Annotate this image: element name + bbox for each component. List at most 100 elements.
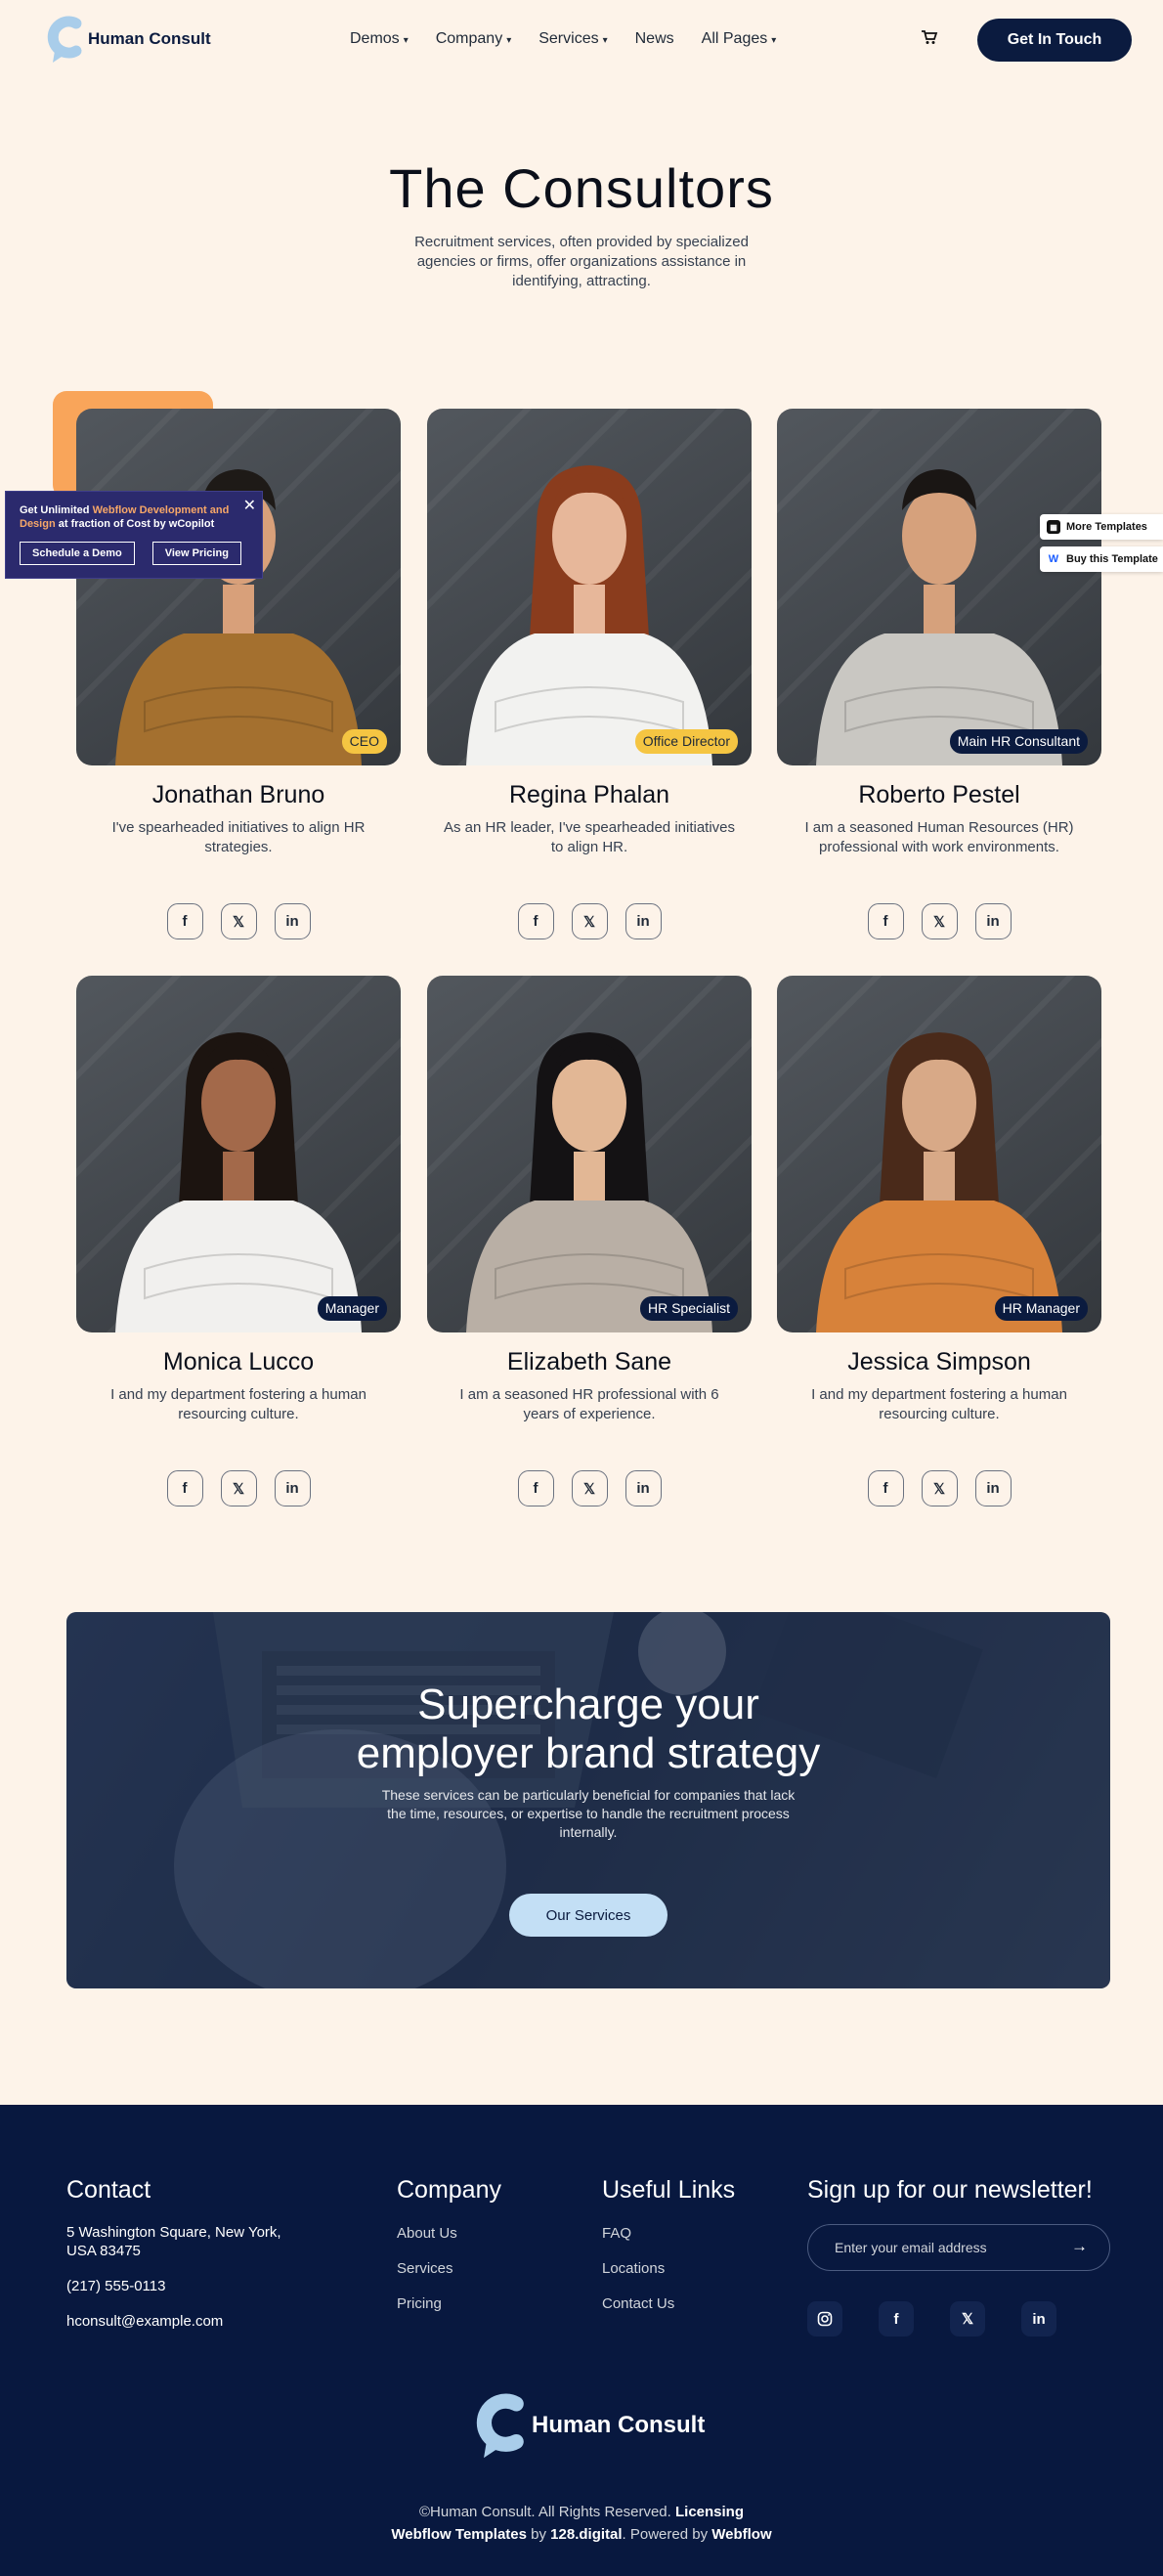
contact-email[interactable]: hconsult@example.com (66, 2312, 223, 2331)
menu-label: Company (435, 30, 503, 47)
linkedin-icon[interactable]: in (274, 903, 311, 939)
x-twitter-icon[interactable]: 𝕏 (220, 903, 257, 939)
footer-link-about[interactable]: About Us (397, 2225, 457, 2242)
x-twitter-icon[interactable]: 𝕏 (921, 1470, 958, 1506)
facebook-icon[interactable]: f (517, 1470, 554, 1506)
x-twitter-icon[interactable]: 𝕏 (950, 2301, 985, 2336)
more-templates-label: More Templates (1066, 521, 1147, 533)
by-text: by (526, 2526, 551, 2543)
cta-banner: Supercharge your employer brand strategy… (66, 1612, 1110, 1988)
menu-item-all-pages[interactable]: All Pages ▾ (702, 30, 777, 48)
more-templates-tab[interactable]: ▦ More Templates (1040, 514, 1163, 540)
get-in-touch-button[interactable]: Get In Touch (977, 19, 1132, 62)
chevron-down-icon: ▾ (506, 34, 512, 46)
brand-logo[interactable]: Human Consult (45, 14, 211, 65)
linkedin-icon[interactable]: in (274, 1470, 311, 1506)
member-socials: f 𝕏 in (777, 1470, 1101, 1506)
footer-brand-logo[interactable]: Human Consult (473, 2390, 705, 2461)
instagram-icon[interactable] (807, 2301, 842, 2336)
team-photo: Main HR Consultant (777, 409, 1101, 765)
contact-heading: Contact (66, 2176, 151, 2204)
member-bio: I am a seasoned HR professional with 6 y… (459, 1386, 719, 1422)
linkedin-icon[interactable]: in (625, 903, 662, 939)
promo-popup: ✕ Get Unlimited Webflow Development and … (5, 491, 263, 579)
menu-item-demos[interactable]: Demos ▾ (350, 30, 409, 48)
member-name: Regina Phalan (508, 781, 669, 808)
chevron-down-icon: ▾ (771, 34, 777, 46)
main-menu: Demos ▾ Company ▾ Services ▾ News All Pages… (350, 30, 776, 48)
arrow-right-icon[interactable]: → (1071, 2237, 1088, 2256)
banner-title: Supercharge your employer brand strategy (66, 1681, 1110, 1778)
chevron-down-icon: ▾ (403, 34, 409, 46)
menu-label: Demos (350, 30, 400, 47)
member-socials: f 𝕏 in (76, 1470, 401, 1506)
brand-name: Human Consult (88, 29, 211, 48)
team-photo: HR Manager (777, 976, 1101, 1332)
facebook-icon[interactable]: f (166, 903, 203, 939)
linkedin-icon[interactable]: in (625, 1470, 662, 1506)
facebook-icon[interactable]: f (517, 903, 554, 939)
role-badge: HR Manager (994, 1296, 1088, 1321)
menu-item-company[interactable]: Company ▾ (436, 30, 512, 48)
webflow-templates-link[interactable]: Webflow Templates (391, 2526, 527, 2543)
menu-item-news[interactable]: News (635, 30, 674, 48)
templates-icon: ▦ (1047, 520, 1060, 534)
member-bio: I and my department fostering a human re… (811, 1386, 1067, 1422)
member-name: Roberto Pestel (858, 781, 1020, 808)
contact-phone[interactable]: (217) 555-0113 (66, 2277, 165, 2295)
x-twitter-icon[interactable]: 𝕏 (571, 903, 608, 939)
member-socials: f 𝕏 in (777, 903, 1101, 939)
chevron-down-icon: ▾ (602, 34, 608, 46)
schedule-demo-button[interactable]: Schedule a Demo (20, 542, 135, 565)
copyright-text: ©Human Consult. All Rights Reserved. (418, 2504, 675, 2520)
member-name: Elizabeth Sane (506, 1348, 672, 1375)
our-services-button[interactable]: Our Services (509, 1894, 668, 1937)
newsletter-email-input[interactable] (807, 2224, 1110, 2271)
close-icon[interactable]: ✕ (243, 496, 256, 515)
licensing-link[interactable]: Licensing (675, 2504, 744, 2520)
x-twitter-icon[interactable]: 𝕏 (571, 1470, 608, 1506)
page-title: The Consultors (389, 157, 774, 219)
person-portrait (115, 1032, 362, 1332)
useful-links-heading: Useful Links (602, 2176, 736, 2204)
logo-mark-icon (45, 14, 86, 65)
member-bio: I've spearheaded initiatives to align HR… (111, 819, 366, 855)
facebook-icon[interactable]: f (867, 903, 904, 939)
team-card-jonathan-bruno: CEO Jonathan Bruno I've spearheaded init… (76, 409, 401, 939)
agency-link[interactable]: 128.digital (550, 2526, 622, 2543)
cart-icon[interactable] (921, 29, 938, 50)
view-pricing-button[interactable]: View Pricing (151, 542, 241, 565)
footer-link-services[interactable]: Services (397, 2260, 453, 2277)
promo-text-post: at fraction of Cost by wCopilot (55, 518, 215, 530)
footer-link-contact[interactable]: Contact Us (602, 2295, 674, 2312)
footer-brand-name: Human Consult (532, 2412, 706, 2438)
team-photo: Manager (76, 976, 401, 1332)
buy-template-tab[interactable]: W Buy this Template (1040, 546, 1163, 572)
team-card-roberto-pestel: Main HR Consultant Roberto Pestel I am a… (777, 409, 1101, 939)
facebook-icon[interactable]: f (867, 1470, 904, 1506)
x-twitter-icon[interactable]: 𝕏 (921, 903, 958, 939)
facebook-icon[interactable]: f (879, 2301, 914, 2336)
member-bio: I am a seasoned Human Resources (HR) pro… (804, 819, 1074, 855)
contact-address: 5 Washington Square, New York, USA 83475 (66, 2224, 281, 2259)
x-twitter-icon[interactable]: 𝕏 (220, 1470, 257, 1506)
banner-title-line1: Supercharge your (417, 1681, 759, 1728)
person-portrait (466, 465, 712, 765)
person-portrait (816, 469, 1062, 765)
team-card-regina-phalan: Office Director Regina Phalan As an HR l… (427, 409, 752, 939)
linkedin-icon[interactable]: in (974, 903, 1012, 939)
member-socials: f 𝕏 in (76, 903, 401, 939)
facebook-icon[interactable]: f (166, 1470, 203, 1506)
linkedin-icon[interactable]: in (974, 1470, 1012, 1506)
footer-link-pricing[interactable]: Pricing (397, 2295, 442, 2312)
footer-link-locations[interactable]: Locations (602, 2260, 665, 2277)
banner-subtitle: These services can be particularly benef… (381, 1787, 796, 1840)
menu-item-services[interactable]: Services ▾ (538, 30, 607, 48)
role-badge: CEO (341, 729, 387, 754)
webflow-link[interactable]: Webflow (711, 2526, 771, 2543)
person-portrait (115, 469, 362, 765)
banner-title-line2: employer brand strategy (356, 1729, 821, 1777)
role-badge: Main HR Consultant (949, 729, 1088, 754)
linkedin-icon[interactable]: in (1021, 2301, 1056, 2336)
footer-link-faq[interactable]: FAQ (602, 2225, 631, 2242)
